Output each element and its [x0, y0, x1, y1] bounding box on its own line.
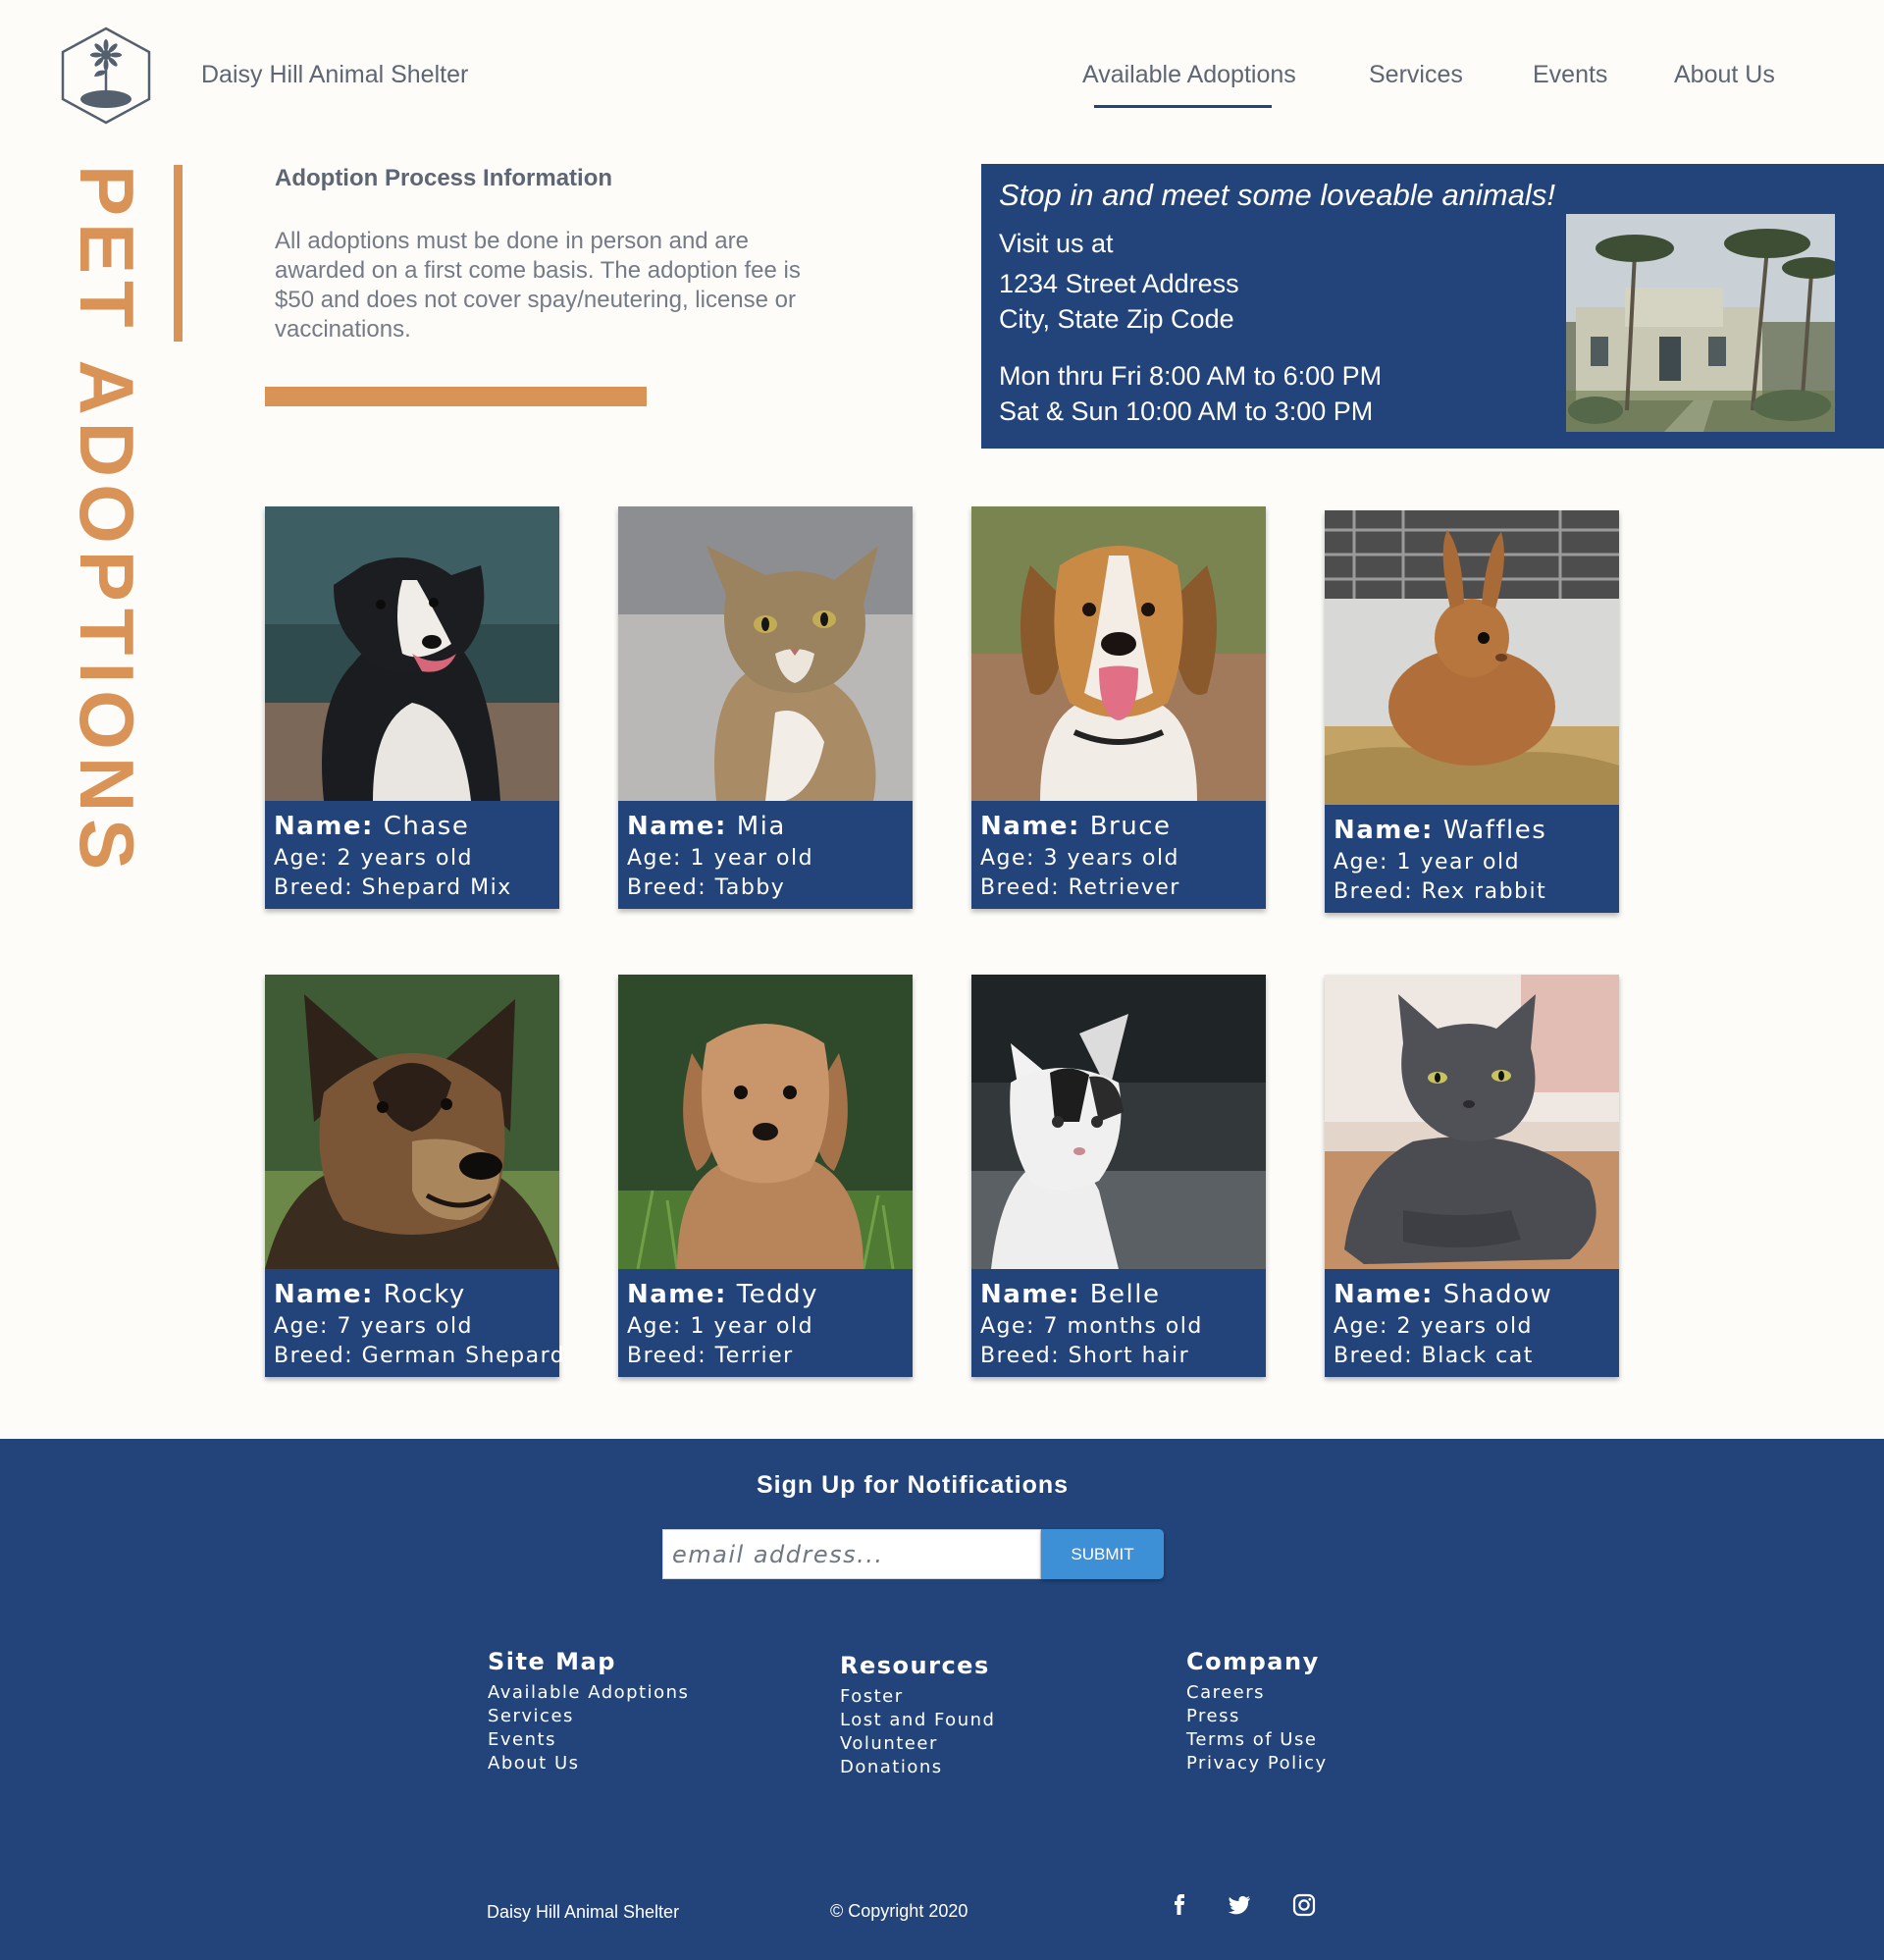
pet-breed: Breed: Short hair	[980, 1344, 1190, 1368]
footer-link-volunteer[interactable]: Volunteer	[840, 1732, 995, 1756]
pet-breed: Breed: Shepard Mix	[274, 875, 512, 900]
visit-tagline: Stop in and meet some loveable animals!	[999, 178, 1555, 212]
signup-title: Sign Up for Notifications	[756, 1471, 1070, 1499]
pet-photo-bruce	[971, 506, 1266, 801]
pet-age: Age: 2 years old	[1334, 1314, 1534, 1339]
footer-link-donations[interactable]: Donations	[840, 1756, 995, 1779]
pet-age: Age: 1 year old	[627, 1314, 814, 1339]
pet-name: Name: Rocky	[274, 1280, 466, 1309]
pet-breed: Breed: Rex rabbit	[1334, 879, 1547, 904]
adoption-info-title: Adoption Process Information	[275, 165, 613, 191]
pet-photo-waffles	[1325, 510, 1619, 805]
footer-company: Company Careers Press Terms of Use Priva…	[1186, 1648, 1328, 1775]
footer-link-services[interactable]: Services	[488, 1705, 689, 1728]
twitter-icon[interactable]	[1225, 1890, 1254, 1920]
company-title: Company	[1186, 1648, 1320, 1675]
pet-card-mia[interactable]: Name: Mia Age: 1 year old Breed: Tabby	[618, 506, 913, 909]
pet-photo-chase	[265, 506, 559, 801]
pet-age: Age: 2 years old	[274, 846, 474, 871]
pet-name: Name: Waffles	[1334, 816, 1547, 845]
footer-resources: Resources Foster Lost and Found Voluntee…	[840, 1652, 995, 1779]
pet-age: Age: 1 year old	[627, 846, 814, 871]
pet-age: Age: 7 years old	[274, 1314, 474, 1339]
footer-link-lost-and-found[interactable]: Lost and Found	[840, 1709, 995, 1732]
pet-card-rocky[interactable]: Name: Rocky Age: 7 years old Breed: Germ…	[265, 975, 566, 1377]
pet-card-bruce[interactable]: Name: Bruce Age: 3 years old Breed: Retr…	[971, 506, 1266, 909]
copyright: © Copyright 2020	[830, 1901, 968, 1921]
footer-link-privacy[interactable]: Privacy Policy	[1186, 1752, 1328, 1775]
footer-link-press[interactable]: Press	[1186, 1705, 1328, 1728]
submit-button[interactable]: SUBMIT	[1041, 1529, 1164, 1579]
pet-photo-mia	[618, 506, 913, 801]
visit-panel: Stop in and meet some loveable animals! …	[981, 164, 1884, 449]
site-footer: Sign Up for Notifications SUBMIT Site Ma…	[0, 1439, 1884, 1960]
pet-breed: Breed: Black cat	[1334, 1344, 1534, 1368]
pet-card-shadow[interactable]: Name: Shadow Age: 2 years old Breed: Bla…	[1325, 975, 1619, 1377]
sitemap-title: Site Map	[488, 1648, 616, 1675]
page-title: PET ADOPTIONS	[64, 165, 150, 877]
pet-age: Age: 3 years old	[980, 846, 1180, 871]
footer-link-careers[interactable]: Careers	[1186, 1681, 1328, 1705]
pet-name: Name: Mia	[627, 812, 786, 841]
pet-age: Age: 1 year old	[1334, 850, 1521, 874]
hours-weekend: Sat & Sun 10:00 AM to 3:00 PM	[999, 397, 1374, 426]
pet-photo-rocky	[265, 975, 559, 1269]
main-nav: Available Adoptions Services Events Abou…	[0, 61, 1884, 120]
address-line-1: 1234 Street Address	[999, 269, 1239, 298]
pet-age: Age: 7 months old	[980, 1314, 1203, 1339]
email-input[interactable]	[662, 1529, 1041, 1579]
pet-breed: Breed: Tabby	[627, 875, 786, 900]
footer-sitemap: Site Map Available Adoptions Services Ev…	[488, 1648, 689, 1775]
nav-services[interactable]: Services	[1369, 61, 1463, 89]
copyright-icon: ©	[830, 1901, 844, 1921]
pet-card-belle[interactable]: Name: Belle Age: 7 months old Breed: Sho…	[971, 975, 1266, 1377]
facebook-icon[interactable]	[1165, 1890, 1194, 1920]
info-accent-bar	[265, 387, 647, 406]
title-accent-bar	[174, 165, 183, 342]
pet-name: Name: Chase	[274, 812, 470, 841]
footer-link-events[interactable]: Events	[488, 1728, 689, 1752]
shelter-building-photo	[1566, 214, 1835, 432]
nav-about-us[interactable]: About Us	[1674, 61, 1775, 89]
pet-photo-teddy	[618, 975, 913, 1269]
pet-name: Name: Belle	[980, 1280, 1161, 1309]
instagram-icon[interactable]	[1289, 1890, 1319, 1920]
pet-breed: Breed: Retriever	[980, 875, 1180, 900]
pet-card-waffles[interactable]: Name: Waffles Age: 1 year old Breed: Rex…	[1325, 510, 1619, 913]
footer-link-terms[interactable]: Terms of Use	[1186, 1728, 1328, 1752]
nav-active-indicator	[1094, 105, 1272, 108]
address-line-2: City, State Zip Code	[999, 304, 1234, 334]
nav-available-adoptions[interactable]: Available Adoptions	[1082, 61, 1296, 89]
pet-card-chase[interactable]: Name: Chase Age: 2 years old Breed: Shep…	[265, 506, 559, 909]
pet-card-teddy[interactable]: Name: Teddy Age: 1 year old Breed: Terri…	[618, 975, 913, 1377]
footer-link-foster[interactable]: Foster	[840, 1685, 995, 1709]
pet-name: Name: Bruce	[980, 812, 1172, 841]
resources-title: Resources	[840, 1652, 990, 1679]
pet-photo-belle	[971, 975, 1266, 1269]
pet-breed: Breed: Terrier	[627, 1344, 794, 1368]
footer-link-about-us[interactable]: About Us	[488, 1752, 689, 1775]
nav-events[interactable]: Events	[1533, 61, 1607, 89]
pet-name: Name: Shadow	[1334, 1280, 1553, 1309]
pet-photo-shadow	[1325, 975, 1619, 1269]
adoption-info-text: All adoptions must be done in person and…	[275, 228, 801, 343]
footer-link-available-adoptions[interactable]: Available Adoptions	[488, 1681, 689, 1705]
pet-name: Name: Teddy	[627, 1280, 819, 1309]
visit-label: Visit us at	[999, 229, 1114, 258]
pet-breed: Breed: German Shepard	[274, 1344, 566, 1368]
hours-weekday: Mon thru Fri 8:00 AM to 6:00 PM	[999, 361, 1383, 391]
footer-brand: Daisy Hill Animal Shelter	[487, 1902, 680, 1922]
